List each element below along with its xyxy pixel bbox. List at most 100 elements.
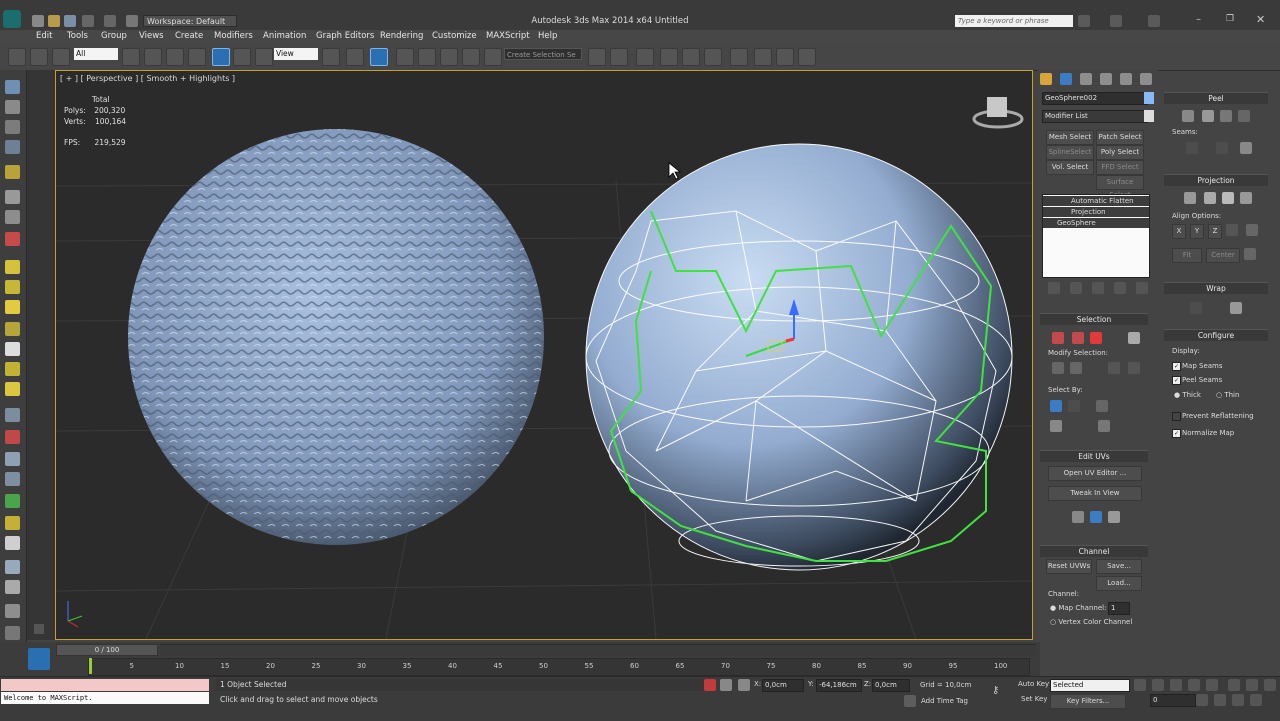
ribbon-tool-icon[interactable]: [5, 536, 20, 550]
window-crossing-icon[interactable]: [188, 48, 206, 66]
add-time-tag-button[interactable]: Add Time Tag: [921, 697, 968, 705]
ribbon-tool-icon[interactable]: [5, 408, 20, 422]
ribbon-tool-icon[interactable]: [5, 190, 20, 204]
menu-customize[interactable]: Customize: [432, 31, 477, 41]
menu-graph-editors[interactable]: Graph Editors: [316, 31, 374, 41]
ribbon-tool-icon[interactable]: [5, 452, 20, 466]
cylindrical-map-icon[interactable]: [1204, 192, 1216, 204]
layer-manager-icon[interactable]: [636, 48, 654, 66]
configure-rollout-title[interactable]: Configure: [1164, 329, 1268, 341]
open-mini-curve-editor-icon[interactable]: [28, 648, 50, 670]
maximize-button[interactable]: ❐: [1226, 14, 1240, 26]
bind-space-warp-icon[interactable]: [52, 48, 70, 66]
selection-filter-dropdown[interactable]: All: [74, 48, 118, 60]
x-coord-field[interactable]: 0,0cm: [762, 679, 804, 692]
render-production-icon[interactable]: [798, 48, 816, 66]
save-file-icon[interactable]: [64, 15, 76, 27]
ribbon-tool-icon[interactable]: [5, 322, 20, 336]
center-button[interactable]: Center: [1206, 248, 1240, 263]
ribbon-tool-icon[interactable]: [5, 232, 20, 246]
spherical-map-icon[interactable]: [1222, 192, 1234, 204]
menu-tools[interactable]: Tools: [67, 31, 88, 41]
loop-selection-icon[interactable]: [1108, 362, 1120, 374]
ribbon-tool-icon[interactable]: [5, 626, 20, 640]
display-tab-icon[interactable]: [1120, 73, 1132, 85]
save-uvs-button[interactable]: Save...: [1096, 559, 1142, 574]
wrap-rollout-title[interactable]: Wrap: [1164, 282, 1268, 294]
previous-frame-icon[interactable]: [1152, 679, 1164, 691]
uv-tool-icon[interactable]: [1108, 511, 1120, 523]
point-to-point-seams-icon[interactable]: [1216, 142, 1228, 154]
hierarchy-tab-icon[interactable]: [1080, 73, 1092, 85]
select-by-smoothing-icon[interactable]: [1096, 400, 1108, 412]
z-coord-field[interactable]: 0,0cm: [872, 679, 910, 692]
keyboard-shortcut-override-icon[interactable]: [370, 48, 388, 66]
stack-item-geosphere[interactable]: GeoSphere: [1043, 218, 1149, 228]
ribbon-tool-icon[interactable]: [5, 580, 20, 594]
element-select-icon[interactable]: [1128, 332, 1140, 344]
menu-group[interactable]: Group: [101, 31, 127, 41]
angle-snap-icon[interactable]: [418, 48, 436, 66]
motion-tab-icon[interactable]: [1100, 73, 1112, 85]
maxscript-listener[interactable]: Welcome to MAXScript.: [1, 692, 209, 704]
map-seams-checkbox[interactable]: ✓: [1172, 362, 1181, 371]
ribbon-tool-icon[interactable]: [5, 140, 20, 154]
remove-modifier-icon[interactable]: [1114, 282, 1126, 294]
select-manipulate-icon[interactable]: [346, 48, 364, 66]
time-configuration-icon[interactable]: [1196, 694, 1208, 706]
open-file-icon[interactable]: [48, 15, 60, 27]
key-mode-dropdown[interactable]: Selected: [1050, 679, 1130, 692]
align-icon[interactable]: [610, 48, 628, 66]
project-folder-icon[interactable]: [126, 15, 138, 27]
face-select-icon[interactable]: [1090, 332, 1102, 344]
align-z-button[interactable]: Z: [1208, 224, 1222, 239]
auto-key-button[interactable]: Auto Key: [1018, 680, 1049, 688]
make-unique-icon[interactable]: [1092, 282, 1104, 294]
ribbon-tool-icon[interactable]: [5, 300, 20, 314]
select-by-name-icon[interactable]: [144, 48, 162, 66]
render-setup-icon[interactable]: [754, 48, 772, 66]
poly-select-button[interactable]: Poly Select: [1096, 145, 1144, 160]
orbit-view-icon[interactable]: [1232, 694, 1244, 706]
workspace-dropdown[interactable]: Workspace: Default: [143, 15, 237, 27]
snaps-toggle-icon[interactable]: [396, 48, 414, 66]
new-file-icon[interactable]: [32, 15, 44, 27]
menu-rendering[interactable]: Rendering: [380, 31, 423, 41]
menu-animation[interactable]: Animation: [263, 31, 306, 41]
menu-help[interactable]: Help: [538, 31, 557, 41]
box-map-icon[interactable]: [1240, 192, 1252, 204]
grow-selection-icon[interactable]: [1052, 362, 1064, 374]
rendered-frame-window-icon[interactable]: [776, 48, 794, 66]
isolate-selection-icon[interactable]: [704, 679, 716, 691]
prevent-reflattening-checkbox[interactable]: [1172, 412, 1181, 421]
ribbon-tool-icon[interactable]: [5, 100, 20, 114]
planar-map-icon[interactable]: [1184, 192, 1196, 204]
pelt-map-icon[interactable]: [1202, 110, 1214, 122]
spline-select-button[interactable]: SplineSelect: [1046, 145, 1094, 160]
reset-projection-icon[interactable]: [1244, 248, 1256, 260]
shrink-selection-icon[interactable]: [1070, 362, 1082, 374]
set-key-button[interactable]: Set Key: [1021, 695, 1047, 703]
ribbon-tool-icon[interactable]: [5, 430, 20, 444]
help-icon[interactable]: [1148, 15, 1160, 27]
align-to-view-icon[interactable]: [1246, 224, 1258, 236]
scale-icon[interactable]: [255, 48, 273, 66]
pan-view-icon[interactable]: [1214, 694, 1226, 706]
star-icon[interactable]: [1110, 15, 1122, 27]
convert-edge-seams-icon[interactable]: [1240, 142, 1252, 154]
curve-editor-icon[interactable]: [682, 48, 700, 66]
rectangular-region-icon[interactable]: [166, 48, 184, 66]
configure-sets-icon[interactable]: [1136, 282, 1148, 294]
object-name-field[interactable]: GeoSphere002: [1042, 92, 1148, 105]
ribbon-tool-icon[interactable]: [5, 260, 20, 274]
edit-uvs-rollout-title[interactable]: Edit UVs: [1040, 450, 1148, 462]
zoom-all-icon[interactable]: [1246, 679, 1258, 691]
edge-select-icon[interactable]: [1072, 332, 1084, 344]
next-frame-icon[interactable]: [1188, 679, 1200, 691]
utilities-tab-icon[interactable]: [1140, 73, 1152, 85]
stack-item-unwrap[interactable]: Automatic Flatten UVs: [1043, 196, 1149, 215]
peel-rollout-title[interactable]: Peel: [1164, 92, 1268, 104]
ribbon-tool-icon[interactable]: [5, 80, 20, 94]
open-uv-editor-button[interactable]: Open UV Editor ...: [1048, 466, 1142, 481]
peel-seams-checkbox[interactable]: ✓: [1172, 376, 1181, 385]
